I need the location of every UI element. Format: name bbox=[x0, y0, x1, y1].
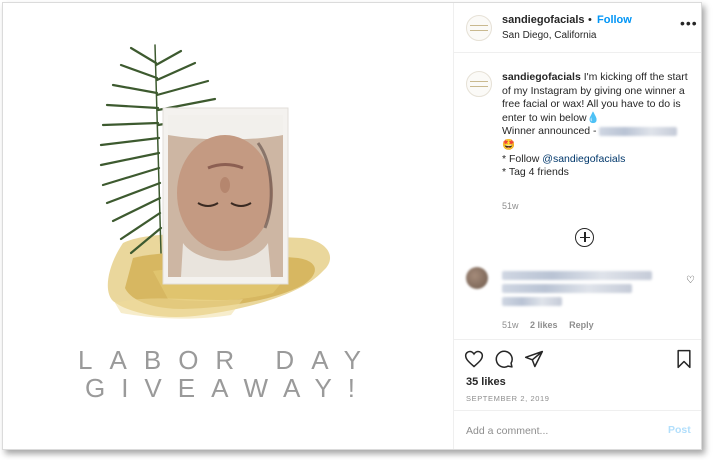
header-username[interactable]: sandiegofacials bbox=[502, 14, 585, 26]
comment-likes[interactable]: 2 likes bbox=[530, 320, 558, 330]
water-drop-emoji-icon: 💧 bbox=[586, 111, 600, 124]
follow-button[interactable]: Follow bbox=[597, 14, 632, 26]
reply-button[interactable]: Reply bbox=[569, 320, 594, 330]
comments-section: sandiegofacials I'm kicking off the star… bbox=[454, 53, 701, 339]
add-comment-bar: Post bbox=[454, 410, 701, 449]
commenter-avatar[interactable] bbox=[466, 267, 488, 289]
brand-logo-icon bbox=[470, 25, 488, 31]
mention-link[interactable]: @sandiegofacials bbox=[542, 153, 625, 165]
giveaway-title-line2: GIVEAWAY! bbox=[84, 373, 372, 403]
blurred-comment-line bbox=[502, 297, 562, 306]
comment-like-heart-icon[interactable]: ♡ bbox=[686, 275, 695, 286]
blurred-text bbox=[599, 127, 678, 137]
brand-logo-icon bbox=[470, 81, 488, 87]
comment-icon[interactable] bbox=[494, 349, 514, 369]
instagram-post-modal: LABOR DAY GIVEAWAY! sandiegofacials • Fo… bbox=[2, 2, 702, 450]
location-link[interactable]: San Diego, California bbox=[502, 30, 597, 41]
post-actions: 35 likes SEPTEMBER 2, 2019 Post bbox=[454, 339, 701, 449]
separator-dot: • bbox=[588, 14, 592, 26]
more-options-icon[interactable]: ••• bbox=[680, 16, 698, 30]
likes-count[interactable]: 35 likes bbox=[466, 376, 506, 388]
bullet-tag-text: * Tag 4 friends bbox=[502, 166, 569, 179]
caption-timestamp[interactable]: 51w bbox=[502, 201, 519, 211]
star-struck-emoji-icon: 🤩 bbox=[502, 138, 516, 151]
post-date[interactable]: SEPTEMBER 2, 2019 bbox=[466, 394, 550, 403]
bookmark-icon[interactable] bbox=[674, 349, 694, 369]
blurred-comment-line bbox=[502, 271, 652, 280]
heart-icon[interactable] bbox=[464, 349, 484, 369]
giveaway-title-line1: LABOR DAY bbox=[78, 345, 378, 375]
share-icon[interactable] bbox=[524, 349, 544, 369]
comment-timestamp[interactable]: 51w bbox=[502, 320, 519, 330]
post-side-panel: sandiegofacials • Follow San Diego, Cali… bbox=[453, 3, 701, 449]
add-comment-input[interactable] bbox=[466, 423, 646, 439]
caption-username[interactable]: sandiegofacials bbox=[502, 71, 581, 83]
caption-avatar[interactable] bbox=[466, 71, 492, 97]
model-photo bbox=[162, 107, 289, 285]
post-image: LABOR DAY GIVEAWAY! bbox=[3, 3, 453, 449]
plus-circle-icon[interactable] bbox=[575, 228, 594, 247]
post-comment-button[interactable]: Post bbox=[668, 424, 691, 436]
post-caption: sandiegofacials I'm kicking off the star… bbox=[502, 71, 692, 180]
bullet-follow-text: * Follow bbox=[502, 152, 540, 165]
comment-meta: 51w 2 likes Reply bbox=[502, 320, 603, 330]
account-avatar[interactable] bbox=[466, 15, 492, 41]
blurred-comment-line bbox=[502, 284, 632, 293]
post-header: sandiegofacials • Follow San Diego, Cali… bbox=[454, 3, 701, 53]
winner-announced-text: Winner announced - bbox=[502, 125, 597, 138]
